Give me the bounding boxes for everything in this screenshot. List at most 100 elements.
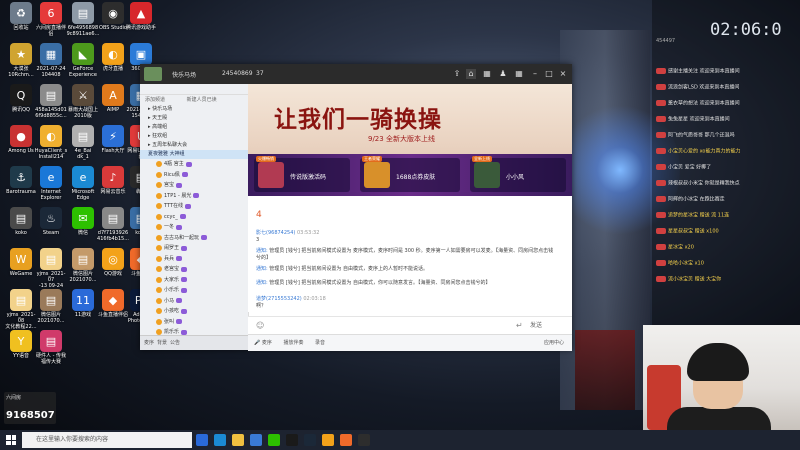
user-list: 4瓶 宫主 Ricu佩 宫宝 1TP1 - 晨光 TTT在线 ccyc_ 一冬 古古马和一起玩… xyxy=(140,159,248,348)
qq-icon[interactable] xyxy=(286,434,298,446)
explorer-icon[interactable] xyxy=(232,434,244,446)
banner-card-3[interactable]: 全新上线 小小风 xyxy=(470,156,566,192)
banner-card-2[interactable]: 王者荣耀 1688点券皮肤 xyxy=(360,156,460,192)
desktop-icon[interactable]: ▤ yjms_2021-07 -13 09-24 xyxy=(34,248,68,289)
desktop-icon[interactable]: ▤ 微信图片 2021070... xyxy=(66,248,100,283)
add-channel-label[interactable]: 添加频道 xyxy=(145,97,165,103)
desktop-icon[interactable]: ▤ 4e_Bai dk_1 xyxy=(66,125,100,160)
mark-read-label[interactable]: 新建人员已读 xyxy=(187,97,217,103)
user-item[interactable]: 小马 xyxy=(140,296,248,307)
desktop-icon[interactable]: ▤ yjms_2021-08 文化教程22... xyxy=(4,289,38,330)
desktop-icon[interactable]: ⚓ Barotrauma xyxy=(4,166,38,195)
message-sender[interactable]: 影七(96874254) xyxy=(256,230,295,236)
user-item[interactable]: 闹罗王 xyxy=(140,243,248,254)
desktop-icon[interactable]: ♨ Steam xyxy=(34,207,68,236)
desktop-icon[interactable]: W WeGame xyxy=(4,248,38,277)
user-item[interactable]: 老宫宝 xyxy=(140,264,248,275)
desktop-icon[interactable]: e Microsoft Edge xyxy=(66,166,100,201)
record-button[interactable]: 录音 xyxy=(315,340,325,346)
desktop-icon[interactable]: ● Among Us xyxy=(4,125,38,154)
desktop-icon[interactable]: ★ 大漠张 10Rchm... xyxy=(4,43,38,78)
grid-icon[interactable]: ▦ xyxy=(514,69,524,79)
desktop-icon[interactable]: Q 腾讯QQ xyxy=(4,84,38,113)
bottom-mic-queue[interactable]: 麦序 xyxy=(144,336,154,350)
share-icon[interactable]: ⇪ xyxy=(452,69,462,79)
user-item[interactable]: ccyc_ xyxy=(140,212,248,223)
user-item[interactable]: 宫宝 xyxy=(140,180,248,191)
user-avatar-icon xyxy=(156,318,162,325)
watermark-room: 9168507 xyxy=(6,410,55,421)
enter-icon[interactable]: ↵ xyxy=(516,321,523,330)
accompaniment-button[interactable]: 播放伴奏 xyxy=(283,340,303,346)
taskbar-search[interactable]: 在这里输入你要搜索的内容 xyxy=(22,432,192,448)
user-item[interactable]: 小孩吃 xyxy=(140,306,248,317)
send-button[interactable]: 发送 xyxy=(530,320,542,329)
channel-item[interactable]: ▸ 快乐马场 xyxy=(140,105,248,114)
user-item[interactable]: 大家乐 xyxy=(140,275,248,286)
desktop-icon[interactable]: e Internet Explorer xyxy=(34,166,68,201)
channel-item[interactable]: ▸ 天王殿 xyxy=(140,114,248,123)
douyu-icon[interactable] xyxy=(340,434,352,446)
sidebar-subheader: 添加频道 新建人员已读 xyxy=(140,95,248,105)
user-item[interactable]: 兵兵 xyxy=(140,254,248,265)
chat-input[interactable]: ☺ ↵ 发送 xyxy=(248,316,572,335)
channel-item[interactable]: ▸ 五周年私聊大会 xyxy=(140,141,248,150)
desktop-icon[interactable]: ▲ 腾讯游戏助手 xyxy=(124,2,158,31)
current-channel[interactable]: 夏夜雅雅 大神组 xyxy=(140,150,248,159)
desktop-icon[interactable]: 6 六间房直播伴 侣 xyxy=(34,2,68,37)
user-item[interactable]: 一冬 xyxy=(140,222,248,233)
desktop-app-icon: Y xyxy=(10,330,32,352)
steam-icon[interactable] xyxy=(304,434,316,446)
promo-banner[interactable]: 让我们一骑换操 9/23 全新大版本上线 火爆畅销 传说版激活码 王者荣耀 16… xyxy=(248,84,572,196)
bottom-notice[interactable]: 公告 xyxy=(170,336,180,350)
desktop-icon[interactable]: ♻ 回收站 xyxy=(4,2,38,31)
user-item[interactable]: 4瓶 宫主 xyxy=(140,159,248,170)
desktop-icon[interactable]: ▤ 6fe4956898 9c8911ae6... xyxy=(66,2,100,37)
store-icon[interactable] xyxy=(250,434,262,446)
desktop-icon[interactable]: ◣ GeForce Experience xyxy=(66,43,100,78)
desktop-icon[interactable]: ▤koko xyxy=(4,207,38,236)
level-badge-icon xyxy=(656,148,666,154)
desktop-app-icon: ◆ xyxy=(102,289,124,311)
edge-icon[interactable] xyxy=(214,434,226,446)
desktop-icon[interactable]: ▤ 硬件人 - 传我 福传大赛 xyxy=(34,330,68,365)
emoji-icon[interactable]: ☺ xyxy=(256,321,264,330)
user-item[interactable]: 1TP1 - 晨光 xyxy=(140,191,248,202)
user-item[interactable]: 古古马和一起玩 xyxy=(140,233,248,244)
huya-icon[interactable] xyxy=(322,434,334,446)
desktop-icon[interactable]: ▦ 2021-07-24 104408 xyxy=(34,43,68,78)
mic-label[interactable]: 麦序 xyxy=(262,340,272,346)
desktop-icon[interactable]: ⚔ 暴雨大战国上 2010版 xyxy=(66,84,100,119)
mic-icon[interactable]: 🎤 xyxy=(254,340,260,346)
desktop-icon[interactable]: 11 11游戏 xyxy=(66,289,100,318)
room-logo[interactable] xyxy=(144,67,162,81)
desktop-icon[interactable]: ◐ HuyaClient_s Install214 xyxy=(34,125,68,160)
desktop-icon[interactable]: ▤ 458a145d01 6f9d8855c... xyxy=(34,84,68,119)
desktop-app-icon: ⚔ xyxy=(72,84,94,106)
obs-icon[interactable] xyxy=(358,434,370,446)
home-icon[interactable]: ⌂ xyxy=(466,69,476,79)
message-sender[interactable]: 道梦(2715553242) xyxy=(256,296,302,302)
close-icon[interactable]: × xyxy=(558,69,568,79)
channel-item[interactable]: ▸ 狂欢组 xyxy=(140,132,248,141)
apps-icon[interactable]: ▦ xyxy=(482,69,492,79)
banner-card-1[interactable]: 火爆畅销 传说版激活码 xyxy=(254,156,350,192)
user-item[interactable]: 张叫 xyxy=(140,317,248,328)
user-item[interactable]: 小乐乐 xyxy=(140,285,248,296)
maximize-icon[interactable]: □ xyxy=(544,69,554,79)
bottom-background[interactable]: 背景 xyxy=(157,336,167,350)
desktop-icon[interactable]: ▤ 微信图片 2021070... xyxy=(34,289,68,324)
start-button[interactable] xyxy=(6,435,16,445)
wechat-icon[interactable] xyxy=(268,434,280,446)
user-name: 张叫 xyxy=(164,318,175,325)
user-item[interactable]: Ricu佩 xyxy=(140,170,248,181)
minimize-icon[interactable]: – xyxy=(530,69,540,79)
user-item[interactable]: TTT在线 xyxy=(140,201,248,212)
channel-item[interactable]: ▸ 高端组 xyxy=(140,123,248,132)
gamepad-icon[interactable]: ♟ xyxy=(498,69,508,79)
desktop-icon[interactable]: ✉ 微信 xyxy=(66,207,100,236)
app-center-button[interactable]: 应用中心 xyxy=(544,335,564,351)
overlay-message: 星星叔叔宝 赠送 x100 xyxy=(656,228,719,236)
desktop-icon[interactable]: Y YY语音 xyxy=(4,330,38,359)
task-view-icon[interactable] xyxy=(196,434,208,446)
